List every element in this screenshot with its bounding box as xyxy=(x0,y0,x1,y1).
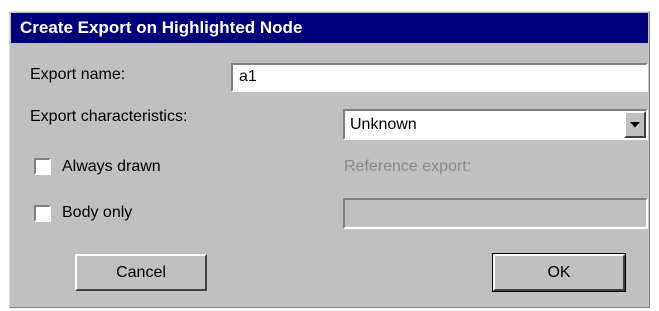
export-name-input[interactable]: a1 xyxy=(231,63,648,92)
body-only-label: Body only xyxy=(62,204,133,221)
export-characteristics-select[interactable]: Unknown xyxy=(343,109,648,140)
cancel-button[interactable]: Cancel xyxy=(75,254,207,291)
export-name-label: Export name: xyxy=(30,66,126,83)
chevron-down-icon xyxy=(630,121,640,127)
export-characteristics-label: Export characteristics: xyxy=(30,108,188,125)
always-drawn-label: Always drawn xyxy=(62,158,161,175)
export-characteristics-value: Unknown xyxy=(350,116,417,133)
ok-button[interactable]: OK xyxy=(492,253,626,292)
always-drawn-checkbox[interactable] xyxy=(34,158,51,175)
reference-export-input[interactable] xyxy=(343,198,648,229)
body-only-checkbox[interactable] xyxy=(34,205,51,222)
dialog-title: Create Export on Highlighted Node xyxy=(11,13,648,43)
create-export-dialog: Create Export on Highlighted Node Export… xyxy=(9,11,650,308)
dropdown-button[interactable] xyxy=(624,111,646,138)
reference-export-label: Reference export: xyxy=(344,158,472,175)
